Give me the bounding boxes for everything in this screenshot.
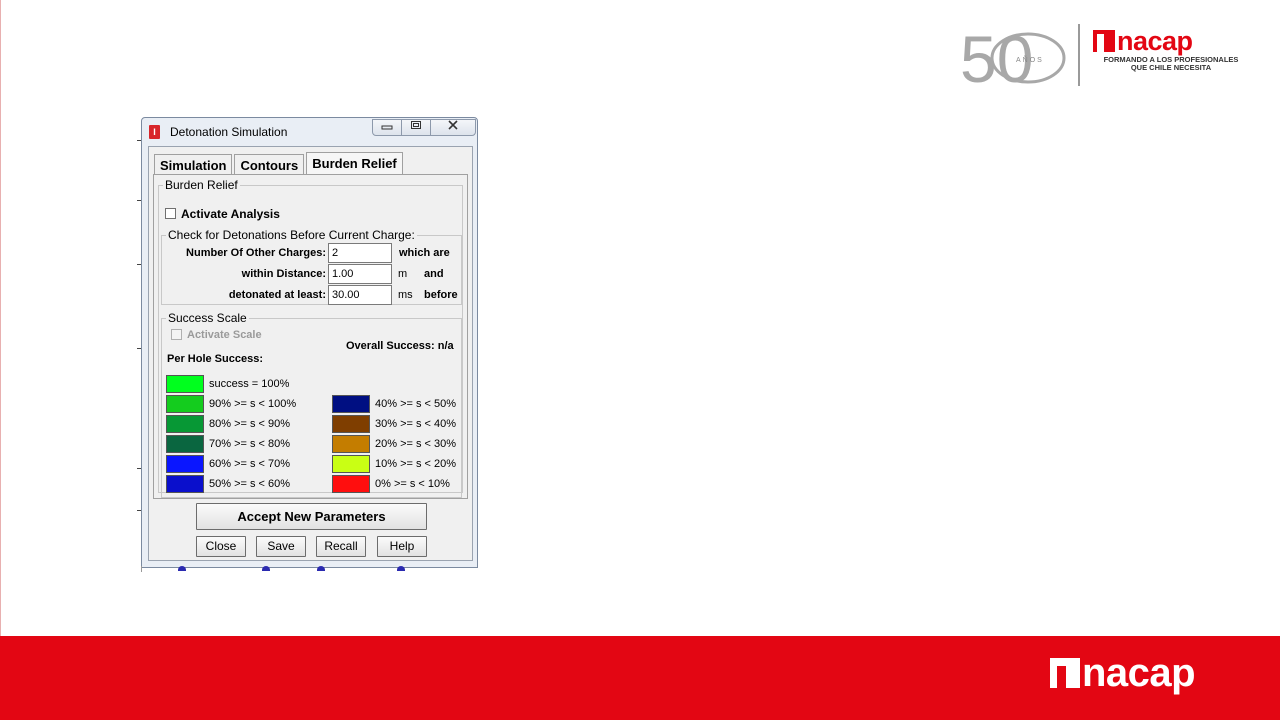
detonation-simulation-window: I Detonation Simulation Simulation Conto… — [141, 117, 478, 568]
other-charges-input[interactable] — [328, 243, 392, 263]
inacap-tagline: FORMANDO A LOS PROFESIONALES QUE CHILE N… — [1093, 56, 1249, 72]
success-scale-group: Success Scale Activate Scale Overall Suc… — [161, 311, 462, 498]
background-plot-strip — [141, 566, 478, 572]
scale-swatch — [166, 455, 204, 473]
inacap-footer-wordmark: nacap — [1082, 651, 1196, 695]
scale-label: 70% >= s < 80% — [209, 438, 291, 450]
burden-relief-group: Burden Relief Activate Analysis Check fo… — [158, 178, 463, 498]
inacap-mark-icon — [1093, 30, 1115, 52]
window-title: Detonation Simulation — [170, 125, 288, 139]
before-label: before — [424, 289, 458, 301]
inacap-logo-footer: nacap — [1050, 651, 1196, 695]
scale-swatch — [166, 435, 204, 453]
scale-swatch — [166, 475, 204, 493]
activate-analysis-checkbox[interactable] — [165, 208, 176, 219]
success-scale-title: Success Scale — [168, 311, 247, 325]
other-charges-label: Number Of Other Charges: — [186, 247, 326, 259]
footer-band: nacap — [0, 636, 1280, 720]
inacap-wordmark: nacap — [1117, 26, 1193, 56]
help-button[interactable]: Help — [377, 536, 427, 557]
scale-label: 10% >= s < 20% — [375, 458, 457, 470]
scale-label: 40% >= s < 50% — [375, 398, 457, 410]
scale-label: 50% >= s < 60% — [209, 478, 291, 490]
tab-simulation[interactable]: Simulation — [154, 154, 233, 175]
tab-panel-burden-relief: Burden Relief Activate Analysis Check fo… — [153, 174, 468, 499]
scale-swatch — [166, 375, 204, 393]
within-distance-input[interactable] — [328, 264, 392, 284]
scale-swatch — [332, 415, 370, 433]
within-distance-label: within Distance: — [241, 268, 326, 280]
tab-burden-relief[interactable]: Burden Relief — [306, 152, 403, 175]
inacap-footer-mark-icon — [1050, 658, 1080, 690]
maximize-button[interactable] — [401, 119, 431, 136]
close-button[interactable]: Close — [196, 536, 246, 557]
anniversary-label: AÑOS — [1016, 55, 1044, 64]
scale-label: success = 100% — [209, 378, 290, 390]
activate-scale-checkbox[interactable] — [171, 329, 182, 340]
scale-swatch — [332, 395, 370, 413]
per-hole-success-label: Per Hole Success: — [167, 353, 263, 365]
logo-divider — [1078, 24, 1080, 86]
close-window-button[interactable] — [430, 119, 476, 136]
distance-unit: m — [398, 268, 408, 280]
scale-label: 90% >= s < 100% — [209, 398, 297, 410]
scale-swatch — [332, 475, 370, 493]
check-detonations-title: Check for Detonations Before Current Cha… — [168, 228, 415, 242]
slide-left-edge — [0, 0, 1, 636]
time-unit: ms — [398, 289, 413, 301]
anniversary-number: 50 — [960, 22, 1033, 88]
scale-label: 60% >= s < 70% — [209, 458, 291, 470]
accept-new-parameters-button[interactable]: Accept New Parameters — [196, 503, 427, 530]
overall-success-label: Overall Success: n/a — [346, 340, 454, 352]
minimize-button[interactable] — [372, 119, 402, 136]
scale-swatch — [166, 415, 204, 433]
scale-swatch — [332, 435, 370, 453]
app-icon: I — [149, 125, 160, 139]
inacap-logo-top: nacap FORMANDO A LOS PROFESIONALES QUE C… — [1093, 26, 1253, 82]
window-titlebar[interactable]: I Detonation Simulation — [142, 118, 477, 146]
and-label: and — [424, 268, 444, 280]
scale-swatch — [166, 395, 204, 413]
tagline-line-2: QUE CHILE NECESITA — [1130, 63, 1212, 72]
which-are-label: which are — [399, 247, 450, 259]
minimize-icon — [381, 125, 393, 130]
burden-relief-title: Burden Relief — [165, 178, 238, 192]
activate-analysis-label: Activate Analysis — [181, 207, 280, 221]
check-detonations-group: Check for Detonations Before Current Cha… — [161, 228, 462, 305]
save-button[interactable]: Save — [256, 536, 306, 557]
maximize-icon — [411, 121, 421, 129]
recall-button[interactable]: Recall — [316, 536, 366, 557]
close-icon — [448, 120, 458, 130]
tab-contours[interactable]: Contours — [234, 154, 305, 175]
scale-swatch — [332, 455, 370, 473]
anniversary-50-logo: 50 AÑOS — [960, 22, 1066, 88]
scale-label: 20% >= s < 30% — [375, 438, 457, 450]
window-client-area: Simulation Contours Burden Relief Burden… — [148, 146, 473, 561]
window-controls — [372, 119, 476, 136]
tab-bar: Simulation Contours Burden Relief — [154, 152, 405, 175]
detonated-at-least-input[interactable] — [328, 285, 392, 305]
scale-label: 80% >= s < 90% — [209, 418, 291, 430]
scale-label: 30% >= s < 40% — [375, 418, 457, 430]
scale-label: 0% >= s < 10% — [375, 478, 450, 490]
activate-scale-label: Activate Scale — [187, 329, 262, 341]
detonated-at-least-label: detonated at least: — [228, 289, 326, 301]
